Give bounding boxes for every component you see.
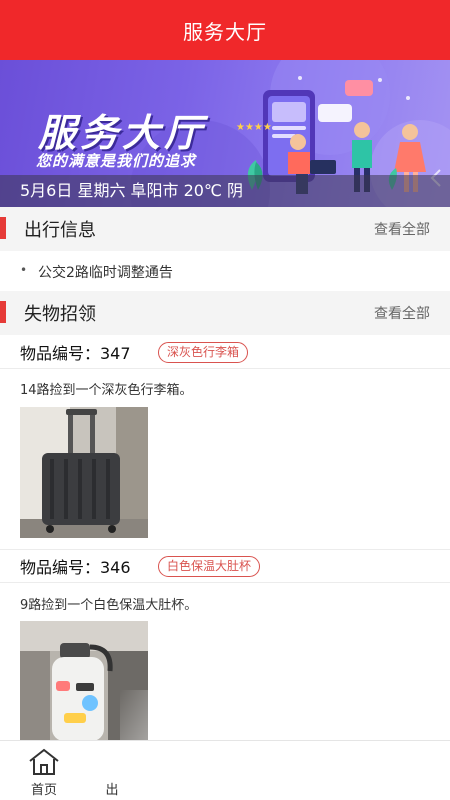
item-description: 14路捡到一个深灰色行李箱。: [20, 383, 193, 398]
banner-title: 服务大厅: [38, 111, 207, 155]
tab-travel[interactable]: 出: [92, 741, 132, 800]
section-accent-bar: [0, 301, 6, 323]
page-title: 服务大厅: [183, 19, 267, 44]
svg-text:★★★★: ★★★★: [236, 122, 272, 133]
lost-found-header: 失物招领 查看全部: [0, 291, 450, 335]
banner-subtitle: 您的满意是我们的追求: [36, 152, 197, 170]
divider: [0, 368, 450, 369]
item-description: 9路捡到一个白色保温大肚杯。: [20, 598, 198, 613]
tab-label: 出: [105, 783, 119, 798]
item-tag: 白色保温大肚杯: [158, 556, 261, 577]
bullet-icon: •: [20, 263, 28, 277]
travel-info-title: 出行信息: [24, 220, 96, 241]
banner[interactable]: ★★★★ 服务大厅 您的满意是我们的追求 5月6日 星期六 阜阳市 20℃ 阴: [0, 60, 450, 207]
travel-info-header: 出行信息 查看全部: [0, 207, 450, 251]
date-weather-info: 5月6日 星期六 阜阳市 20℃ 阴: [0, 175, 450, 207]
divider: [0, 582, 450, 583]
home-icon: [29, 748, 59, 775]
bottom-tab-bar: 首页 出: [0, 740, 450, 800]
tab-home[interactable]: 首页: [14, 741, 74, 800]
app-header: 服务大厅: [0, 0, 450, 60]
travel-view-all-link[interactable]: 查看全部: [374, 219, 430, 239]
list-item[interactable]: • 公交2路临时调整通告: [0, 253, 450, 291]
divider: [0, 549, 450, 550]
item-number: 物品编号：346: [20, 558, 131, 577]
lost-found-title: 失物招领: [24, 304, 96, 325]
item-number: 物品编号：347: [20, 344, 131, 363]
suitcase-photo[interactable]: [20, 407, 148, 538]
lost-found-view-all-link[interactable]: 查看全部: [374, 303, 430, 323]
section-accent-bar: [0, 217, 6, 239]
tab-label: 首页: [30, 783, 57, 798]
service-hall-screen: 服务大厅 ★★★★ 服务大厅 您的满意是我们的追求 5月6日 星期六 阜阳市 2…: [0, 0, 450, 800]
notice-text: 公交2路临时调整通告: [38, 265, 173, 281]
suitcase-image: [20, 407, 148, 538]
item-tag: 深灰色行李箱: [158, 342, 249, 363]
lost-item-card[interactable]: 物品编号：346 白色保温大肚杯: [0, 551, 450, 581]
lost-item-card[interactable]: 物品编号：347 深灰色行李箱: [0, 337, 450, 367]
